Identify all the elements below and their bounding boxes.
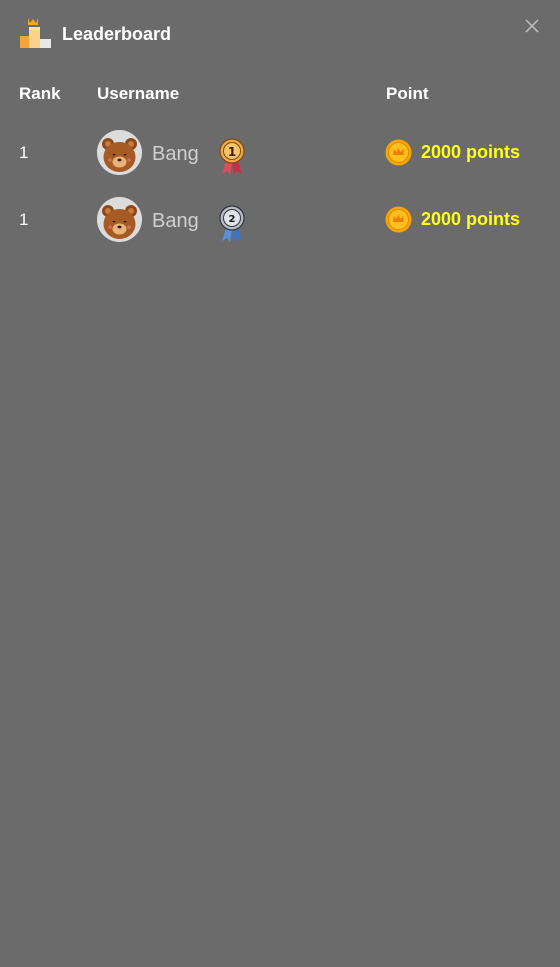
bear-avatar-icon [97, 197, 142, 242]
crown-coin-icon [385, 139, 412, 166]
avatar [97, 197, 142, 242]
rank-value: 1 [19, 210, 29, 229]
points-value: 2000 points [421, 142, 521, 162]
podium-crown-icon [20, 18, 51, 48]
svg-text:2: 2 [229, 214, 236, 225]
close-icon[interactable] [522, 16, 542, 36]
page-title: Leaderboard [62, 24, 172, 44]
leaderboard-header: Leaderboard [0, 0, 560, 70]
column-header-username: Username [97, 84, 180, 103]
gold-medal-icon: 1 [219, 138, 245, 175]
bear-avatar-icon [97, 130, 142, 175]
column-header-point: Point [386, 84, 429, 103]
column-header-rank: Rank [19, 84, 61, 103]
crown-coin-icon [385, 206, 412, 233]
table-row: 1 Bang 2 2000 points [0, 191, 560, 251]
points-value: 2000 points [421, 209, 521, 229]
rank-value: 1 [19, 143, 29, 162]
avatar [97, 130, 142, 175]
table-header: Rank Username Point [0, 80, 560, 110]
table-row: 1 Bang 1 2000 points [0, 124, 560, 184]
username: Bang [152, 210, 199, 232]
svg-text:1: 1 [228, 145, 236, 159]
silver-medal-icon: 2 [219, 205, 245, 242]
username: Bang [152, 143, 199, 165]
